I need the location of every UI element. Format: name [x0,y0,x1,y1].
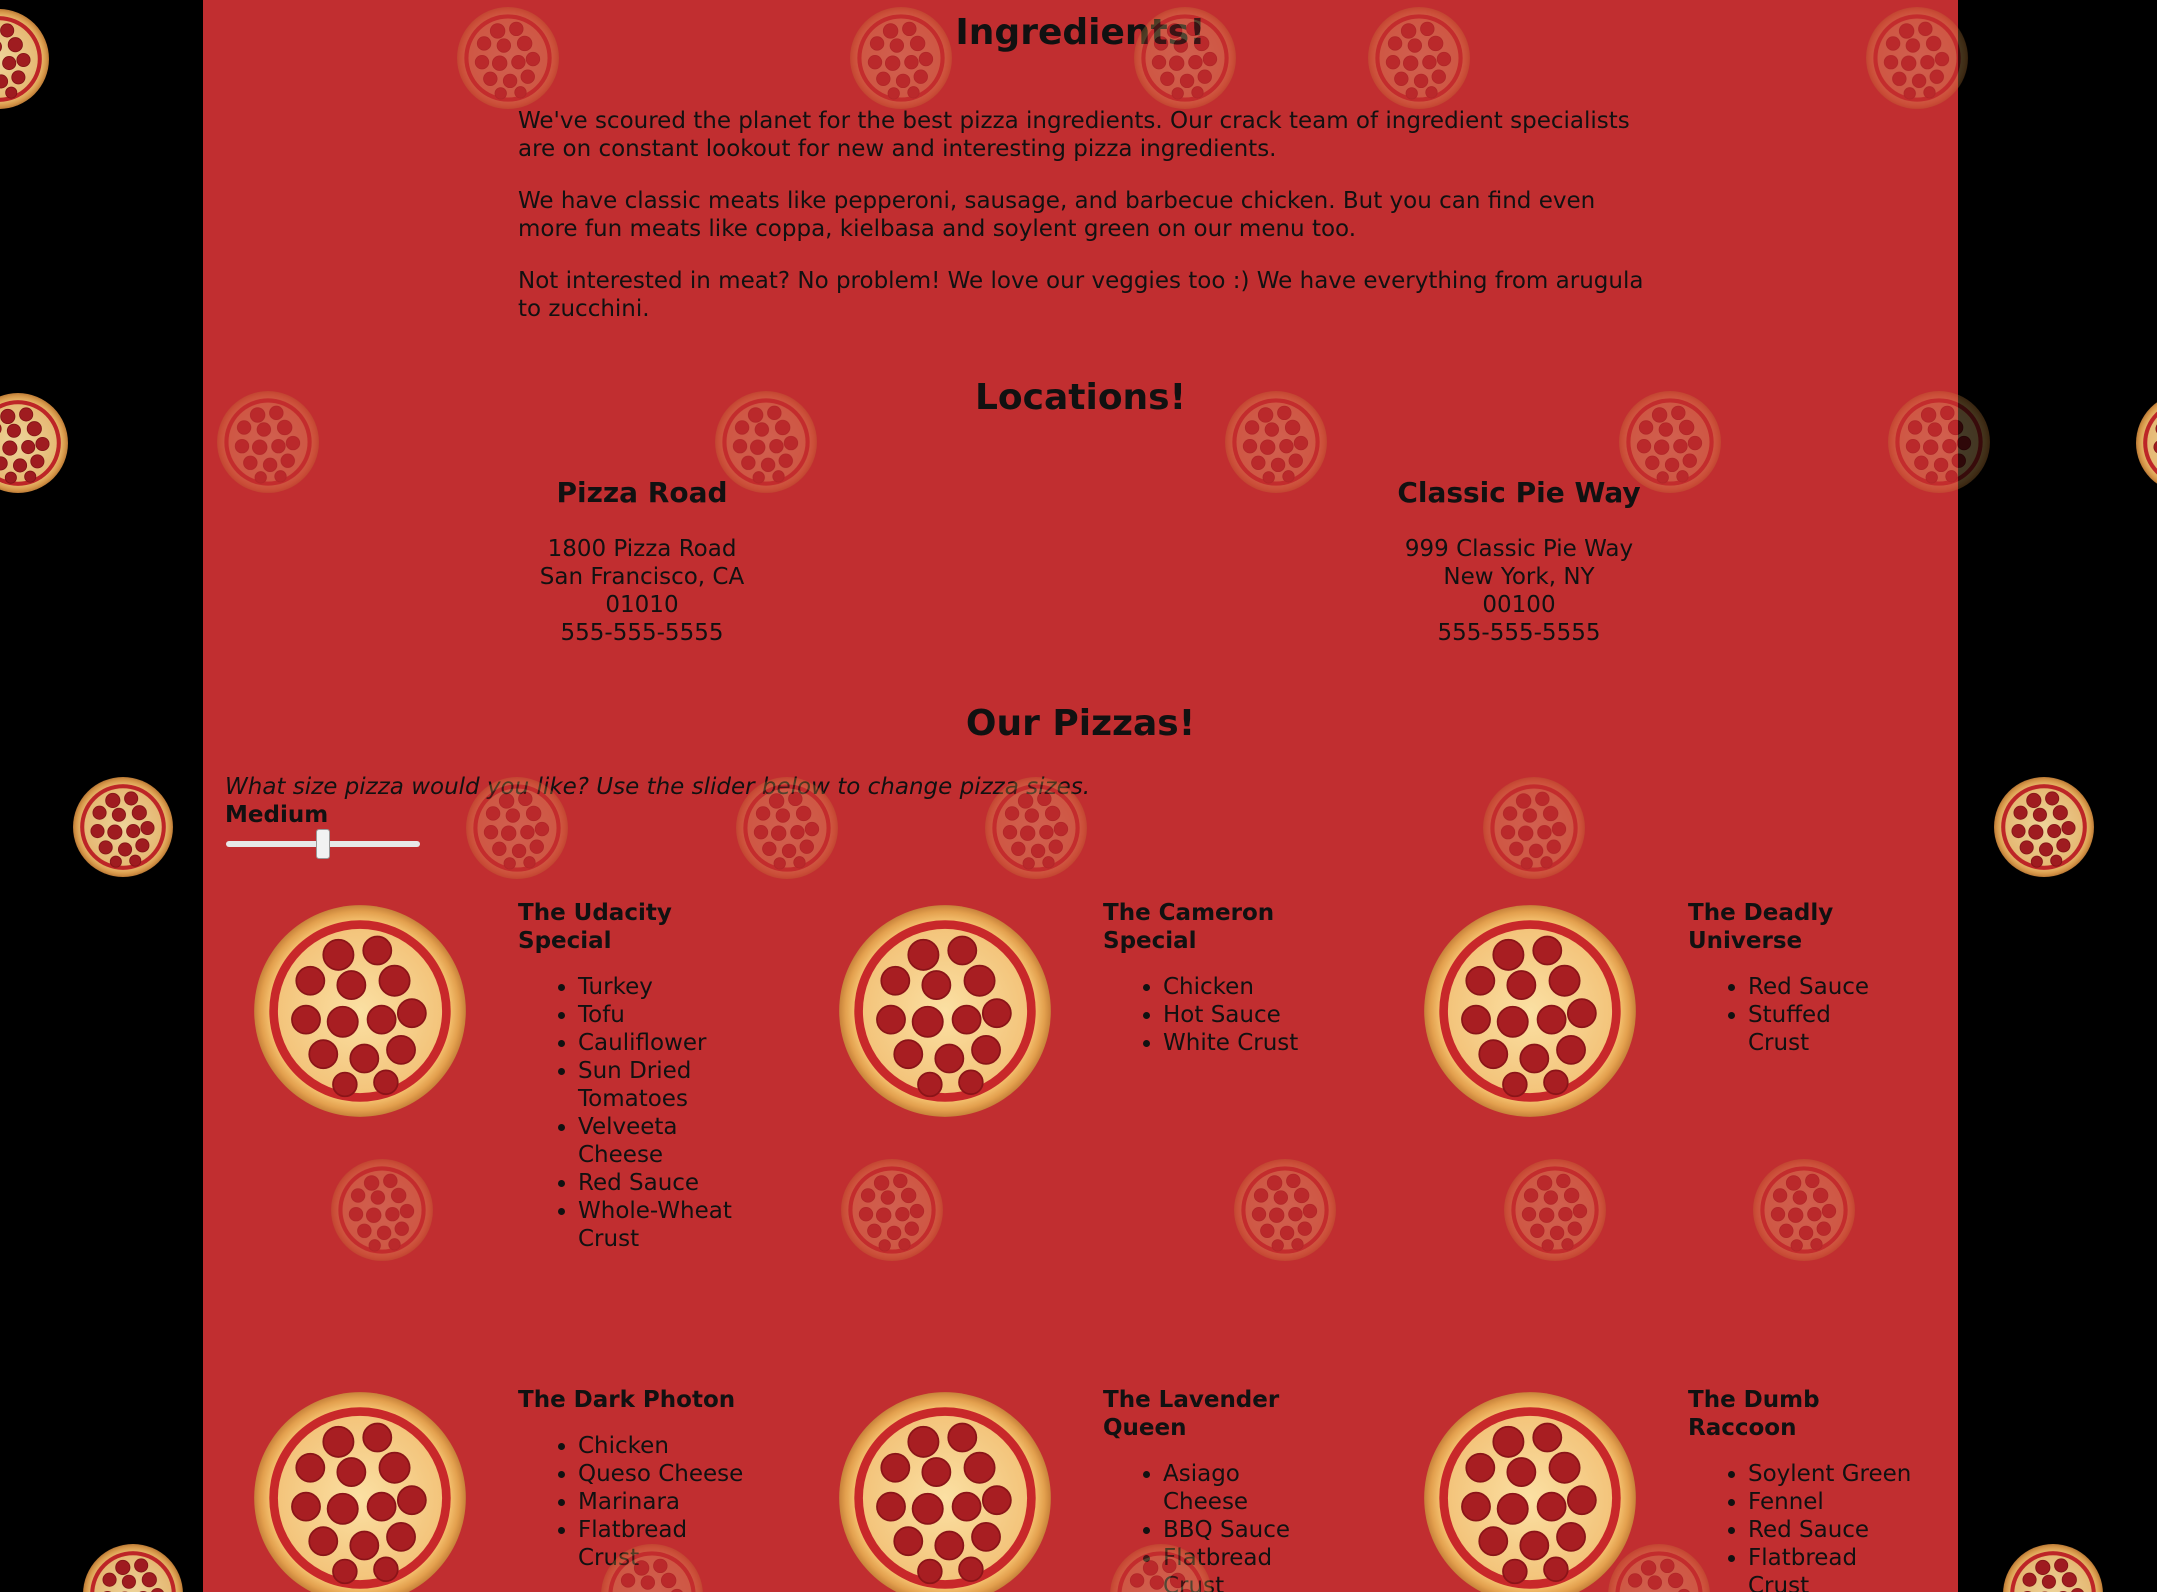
list-item: Red Sauce [578,1169,758,1197]
list-item: Turkey [578,973,758,1001]
list-item: Velveeta Cheese [578,1113,758,1169]
list-item: Asiago Cheese [1163,1460,1303,1516]
location-classic-pie-way: Classic Pie Way 999 Classic Pie Way New … [1299,476,1739,647]
pizza-ingredient-list: Asiago Cheese BBQ Sauce Flatbread Crust [1103,1460,1303,1592]
locations-title: Locations! [974,377,1187,418]
pizza-ingredient-list: Chicken Queso Cheese Marinara Flatbread … [518,1432,758,1572]
location-street: 1800 Pizza Road [547,536,737,562]
pizza-name: The Cameron Special [1103,900,1275,954]
list-item: Flatbread Crust [1748,1544,1868,1592]
list-item: Whole-Wheat Crust [578,1197,758,1253]
sliding-pizza-icon [72,776,174,878]
ingredients-paragraph-3: Not interested in meat? No problem! We l… [518,268,1644,322]
pizza-name: The Lavender Queen [1103,1387,1280,1441]
location-pizza-road: Pizza Road 1800 Pizza Road San Francisco… [422,476,862,647]
location-phone: 555-555-5555 [1437,620,1601,646]
list-item: Hot Sauce [1163,1001,1303,1029]
list-item: Chicken [1163,973,1303,1001]
list-item: Sun Dried Tomatoes [578,1057,758,1113]
list-item: Red Sauce [1748,1516,1918,1544]
sliding-pizza-icon [2002,1543,2104,1592]
list-item: Red Sauce [1748,973,1888,1001]
pizza-size-slider[interactable] [226,829,420,859]
pizza-ingredient-list: Turkey Tofu Cauliflower Sun Dried Tomato… [518,973,758,1253]
list-item: Marinara [578,1488,758,1516]
list-item: White Crust [1163,1029,1303,1057]
location-city: San Francisco, CA [539,564,745,590]
location-zip: 01010 [605,592,679,618]
pizza-size-prompt: What size pizza would you like? Use the … [225,774,1091,800]
slider-thumb[interactable] [316,829,330,859]
pizza-card-udacity-special: The Udacity Special Turkey Tofu Cauliflo… [518,899,758,1253]
location-phone: 555-555-5555 [560,620,724,646]
sliding-pizza-icon [82,1543,184,1592]
pizza-ingredient-list: Soylent Green Fennel Red Sauce Flatbread… [1688,1460,1918,1592]
pizza-card-dark-photon: The Dark Photon Chicken Queso Cheese Mar… [518,1386,758,1572]
main-container: Ingredients! We've scoured the planet fo… [203,0,1958,1592]
ingredients-paragraph-1: We've scoured the planet for the best pi… [518,108,1630,162]
pizza-icon [838,1391,1052,1592]
pizza-name: The Dark Photon [518,1387,736,1413]
pizza-card-dumb-raccoon: The Dumb Raccoon Soylent Green Fennel Re… [1688,1386,1918,1592]
pizza-icon [253,1391,467,1592]
pizza-icon [1423,1391,1637,1592]
pizza-ingredient-list: Chicken Hot Sauce White Crust [1103,973,1303,1057]
pizza-name: The Dumb Raccoon [1688,1387,1820,1441]
ingredients-title: Ingredients! [955,12,1206,53]
list-item: Stuffed Crust [1748,1001,1888,1057]
list-item: Chicken [578,1432,758,1460]
list-item: Soylent Green [1748,1460,1918,1488]
pizzas-title: Our Pizzas! [965,703,1196,744]
location-street: 999 Classic Pie Way [1404,536,1634,562]
sliding-pizza-icon [2135,392,2157,494]
list-item: Flatbread Crust [578,1516,698,1572]
location-name: Pizza Road [556,476,728,509]
pizza-card-deadly-universe: The Deadly Universe Red Sauce Stuffed Cr… [1688,899,1888,1057]
pizza-icon [1423,904,1637,1118]
sliding-pizza-icon [0,8,50,110]
pizza-name: The Deadly Universe [1688,900,1834,954]
location-zip: 00100 [1482,592,1556,618]
pizza-ingredient-list: Red Sauce Stuffed Crust [1688,973,1888,1057]
pizza-name: The Udacity Special [518,900,672,954]
list-item: Tofu [578,1001,758,1029]
sliding-pizza-icon [1993,776,2095,878]
pizza-icon [838,904,1052,1118]
location-city: New York, NY [1443,564,1595,590]
ingredients-paragraph-2: We have classic meats like pepperoni, sa… [518,188,1596,242]
list-item: BBQ Sauce [1163,1516,1303,1544]
pizza-icon [253,904,467,1118]
list-item: Fennel [1748,1488,1918,1516]
list-item: Flatbread Crust [1163,1544,1283,1592]
list-item: Cauliflower [578,1029,758,1057]
pizza-size-label: Medium [225,802,329,828]
list-item: Queso Cheese [578,1460,758,1488]
pizza-card-lavender-queen: The Lavender Queen Asiago Cheese BBQ Sau… [1103,1386,1303,1592]
sliding-pizza-icon [0,392,69,494]
pizza-card-cameron-special: The Cameron Special Chicken Hot Sauce Wh… [1103,899,1303,1057]
location-name: Classic Pie Way [1397,476,1641,509]
